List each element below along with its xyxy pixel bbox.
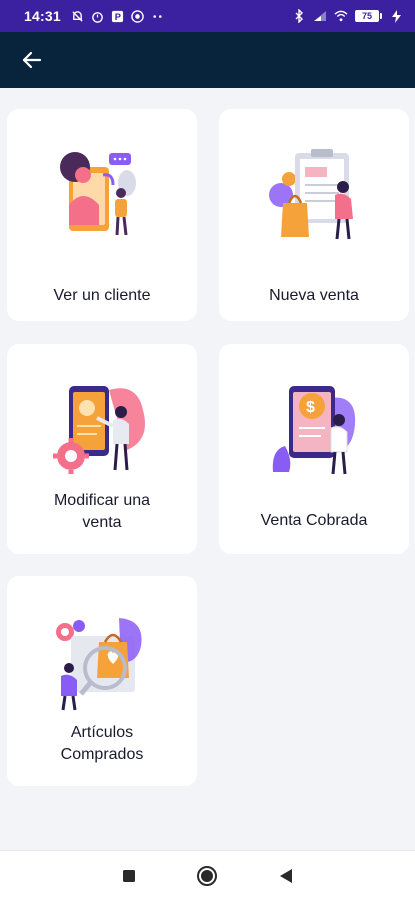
menu-card-modificar-venta[interactable]: Modificar una venta: [7, 344, 197, 554]
bluetooth-icon: [292, 9, 306, 23]
modify-sale-illustration: [53, 386, 145, 474]
app-p-icon: P: [111, 9, 125, 23]
menu-card-label: Ver un cliente: [53, 287, 151, 304]
mute-icon: [71, 9, 85, 23]
status-time: 14:31: [24, 8, 61, 24]
home-button[interactable]: [192, 861, 222, 891]
new-sale-illustration: [269, 149, 353, 240]
more-dots-icon: [151, 9, 165, 23]
paid-sale-illustration: $: [272, 386, 356, 475]
back-triangle-icon: [279, 868, 292, 883]
charging-icon: [389, 9, 403, 23]
system-back-button[interactable]: [271, 861, 301, 891]
menu-card-label: Modificar una venta: [53, 492, 151, 531]
recents-square-icon: [123, 869, 136, 882]
battery-icon: 75: [355, 10, 382, 22]
status-bar: 14:31 P 75: [0, 0, 415, 32]
menu-card-nueva-venta[interactable]: Nueva venta: [219, 109, 409, 321]
signal-icon: [313, 9, 327, 23]
menu-grid: Ver un cliente Nueva venta Modificar una…: [0, 88, 415, 850]
arrow-left-icon: [22, 51, 42, 69]
status-icons-left: P: [71, 9, 165, 23]
system-nav-bar: [0, 850, 415, 900]
battery-level: 75: [355, 10, 379, 22]
menu-card-ver-cliente[interactable]: Ver un cliente: [7, 109, 197, 321]
menu-card-label: Artículos Comprados: [60, 724, 144, 763]
status-icons-right: 75: [292, 9, 403, 23]
app-bar: [0, 32, 415, 88]
svg-text:P: P: [115, 12, 121, 22]
menu-card-label: Venta Cobrada: [260, 512, 368, 529]
wifi-icon: [334, 9, 348, 23]
purchased-items-illustration: [56, 618, 142, 711]
svg-text:$: $: [306, 399, 315, 416]
client-illustration: [60, 152, 136, 236]
app-q-icon: [131, 9, 145, 23]
recents-button[interactable]: [114, 861, 144, 891]
home-circle-icon: [197, 865, 218, 886]
back-button[interactable]: [18, 46, 46, 74]
menu-card-venta-cobrada[interactable]: $ Venta Cobrada: [219, 344, 409, 554]
menu-card-label: Nueva venta: [269, 287, 359, 304]
menu-card-articulos-comprados[interactable]: Artículos Comprados: [7, 576, 197, 786]
alarm-icon: [91, 9, 105, 23]
